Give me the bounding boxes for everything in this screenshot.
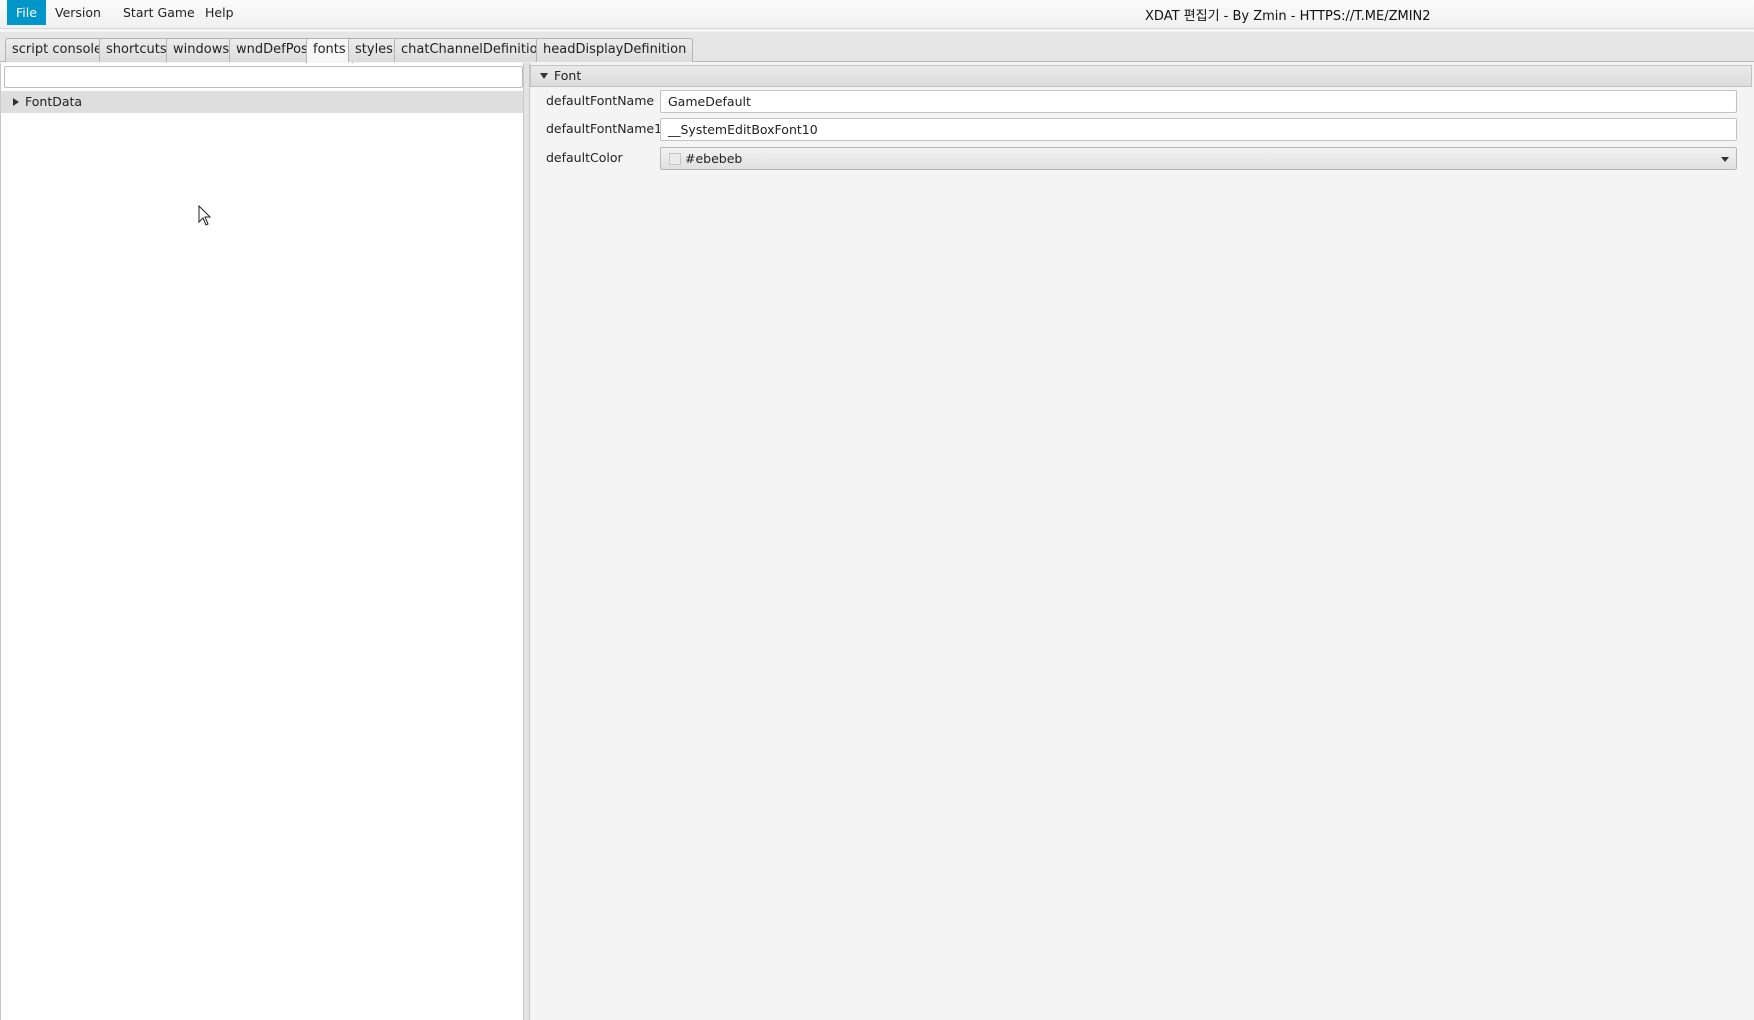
menu-file[interactable]: File <box>7 0 46 25</box>
property-label-defaultcolor: defaultColor <box>546 150 623 165</box>
menu-bar: File Version Start Game Help XDAT 편집기 - … <box>0 0 1754 29</box>
tab-script-console[interactable]: script console <box>5 38 110 62</box>
property-pane: Font defaultFontName GameDefault default… <box>530 63 1754 1020</box>
tab-bar: script console shortcuts windows wndDefP… <box>0 32 1754 63</box>
property-label-defaultfontname1: defaultFontName1 <box>546 121 663 136</box>
tab-wnddefpos[interactable]: wndDefPos <box>229 38 315 62</box>
tree-item-fontdata[interactable]: FontData <box>1 91 523 113</box>
defaultcolor-value: #ebebeb <box>685 151 743 166</box>
tree-item-label: FontData <box>25 94 83 109</box>
color-swatch <box>669 153 681 165</box>
tree-pane: FontData <box>0 63 524 1020</box>
tab-shortcuts[interactable]: shortcuts <box>99 38 174 62</box>
mouse-cursor-icon <box>198 205 212 226</box>
defaultcolor-picker[interactable]: #ebebeb <box>660 147 1737 170</box>
window-title: XDAT 편집기 - By Zmin - HTTPS://T.ME/ZMIN2 <box>1145 9 1431 24</box>
tree-filter-input[interactable] <box>4 66 523 88</box>
tab-windows[interactable]: windows <box>166 38 237 62</box>
property-label-defaultfontname: defaultFontName <box>546 93 655 108</box>
app-window: File Version Start Game Help XDAT 편집기 - … <box>0 0 1754 1020</box>
tab-styles[interactable]: styles <box>348 38 400 62</box>
menu-help[interactable]: Help <box>196 0 243 25</box>
tab-headdisplaydefinition[interactable]: headDisplayDefinition <box>536 38 694 62</box>
section-title: Font <box>554 68 582 83</box>
triangle-right-icon[interactable] <box>13 98 19 106</box>
section-header-font[interactable]: Font <box>530 65 1752 87</box>
chevron-down-icon[interactable] <box>1721 157 1729 162</box>
defaultfontname-field[interactable]: GameDefault <box>660 90 1737 113</box>
defaultfontname1-field[interactable]: __SystemEditBoxFont10 <box>660 118 1737 141</box>
menu-start-game[interactable]: Start Game <box>114 0 204 25</box>
tab-fonts[interactable]: fonts <box>306 38 353 63</box>
menu-version[interactable]: Version <box>46 0 110 25</box>
tab-chatchanneldefinition[interactable]: chatChannelDefinition <box>394 38 553 62</box>
triangle-down-icon[interactable] <box>540 73 548 79</box>
